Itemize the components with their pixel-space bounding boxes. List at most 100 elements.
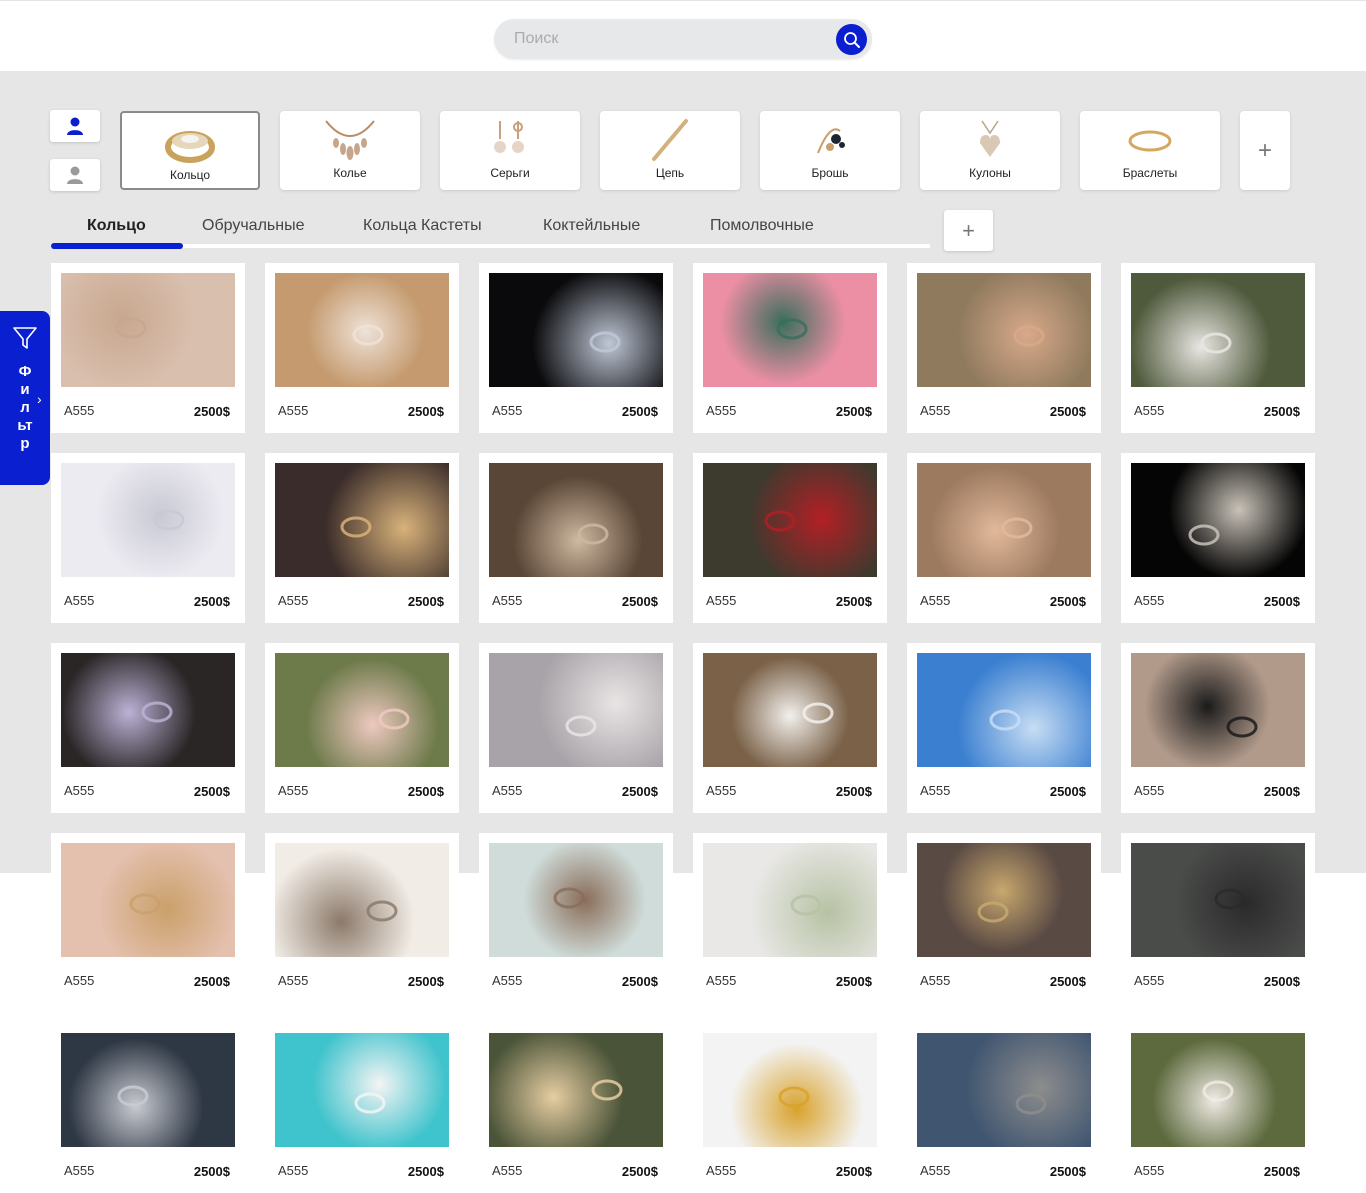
jewelry-graphic — [141, 701, 173, 723]
product-card[interactable]: A555 2500$ — [1121, 643, 1315, 813]
product-price: 2500$ — [1263, 404, 1300, 419]
product-card[interactable]: A555 2500$ — [265, 263, 459, 433]
tab-cocktail[interactable]: Коктейльные — [543, 217, 640, 235]
product-card[interactable]: A555 2500$ — [693, 263, 887, 433]
category-chain[interactable]: Цепь — [600, 111, 740, 190]
product-image[interactable] — [61, 653, 235, 767]
product-card[interactable]: A555 2500$ — [693, 1023, 887, 1193]
product-code: A555 — [1134, 973, 1165, 988]
product-price: 2500$ — [193, 974, 230, 989]
tab-ring[interactable]: Кольцо — [87, 217, 146, 235]
product-image[interactable] — [275, 843, 449, 957]
jewelry-graphic — [354, 1092, 386, 1114]
jewelry-graphic — [115, 317, 147, 339]
product-card[interactable]: A555 2500$ — [1121, 833, 1315, 1003]
product-image[interactable] — [703, 1033, 877, 1147]
product-card[interactable]: A555 2500$ — [51, 453, 245, 623]
product-image[interactable] — [917, 463, 1091, 577]
product-image[interactable] — [61, 1033, 235, 1147]
product-card[interactable]: A555 2500$ — [51, 643, 245, 813]
product-card[interactable]: A555 2500$ — [265, 643, 459, 813]
product-card[interactable]: A555 2500$ — [51, 833, 245, 1003]
product-image[interactable] — [275, 1033, 449, 1147]
product-price: 2500$ — [835, 404, 872, 419]
product-price: 2500$ — [1049, 594, 1086, 609]
user-button-active[interactable] — [50, 110, 100, 142]
product-card[interactable]: A555 2500$ — [479, 1023, 673, 1193]
product-image[interactable] — [703, 463, 877, 577]
product-image[interactable] — [703, 273, 877, 387]
category-brooch[interactable]: Брошь — [760, 111, 900, 190]
product-image[interactable] — [917, 273, 1091, 387]
search-input[interactable] — [514, 28, 814, 50]
product-image[interactable] — [1131, 1033, 1305, 1147]
category-necklace[interactable]: Колье — [280, 111, 420, 190]
product-image[interactable] — [917, 1033, 1091, 1147]
product-card[interactable]: A555 2500$ — [907, 453, 1101, 623]
category-label: Серьги — [490, 166, 530, 180]
chevron-right-icon: › — [37, 391, 42, 407]
product-image[interactable] — [489, 653, 663, 767]
product-image[interactable] — [703, 843, 877, 957]
category-earrings[interactable]: Серьги — [440, 111, 580, 190]
product-card[interactable]: A555 2500$ — [1121, 263, 1315, 433]
product-card[interactable]: A555 2500$ — [907, 263, 1101, 433]
product-card[interactable]: A555 2500$ — [479, 453, 673, 623]
product-card[interactable]: A555 2500$ — [265, 1023, 459, 1193]
product-card[interactable]: A555 2500$ — [693, 453, 887, 623]
filter-panel-toggle[interactable]: Фильтр › — [0, 311, 50, 485]
product-image[interactable] — [275, 653, 449, 767]
product-card[interactable]: A555 2500$ — [51, 1023, 245, 1193]
product-image[interactable] — [61, 273, 235, 387]
product-card[interactable]: A555 2500$ — [479, 833, 673, 1003]
category-ring[interactable]: Кольцо — [120, 111, 260, 190]
add-tab-button[interactable]: + — [944, 210, 993, 251]
product-image[interactable] — [1131, 653, 1305, 767]
product-card[interactable]: A555 2500$ — [479, 643, 673, 813]
product-image[interactable] — [917, 843, 1091, 957]
search-icon — [843, 31, 860, 48]
product-image[interactable] — [489, 1033, 663, 1147]
product-card[interactable]: A555 2500$ — [265, 833, 459, 1003]
jewelry-graphic — [1013, 325, 1045, 347]
product-price: 2500$ — [1049, 784, 1086, 799]
filter-icon — [13, 327, 37, 349]
product-image[interactable] — [489, 463, 663, 577]
product-image[interactable] — [61, 843, 235, 957]
product-image[interactable] — [1131, 273, 1305, 387]
product-card[interactable]: A555 2500$ — [1121, 453, 1315, 623]
product-card[interactable]: A555 2500$ — [1121, 1023, 1315, 1193]
product-card[interactable]: A555 2500$ — [693, 643, 887, 813]
product-image[interactable] — [917, 653, 1091, 767]
category-bracelet[interactable]: Браслеты — [1080, 111, 1220, 190]
product-card[interactable]: A555 2500$ — [51, 263, 245, 433]
jewelry-graphic — [340, 516, 372, 538]
product-card[interactable]: A555 2500$ — [907, 1023, 1101, 1193]
tab-knuckle-rings[interactable]: Кольца Кастеты — [363, 217, 482, 235]
product-price: 2500$ — [835, 974, 872, 989]
product-code: A555 — [64, 783, 95, 798]
search-button[interactable] — [836, 24, 867, 55]
category-pendant[interactable]: Кулоны — [920, 111, 1060, 190]
product-code: A555 — [492, 783, 523, 798]
product-image[interactable] — [1131, 463, 1305, 577]
product-card[interactable]: A555 2500$ — [907, 643, 1101, 813]
product-image[interactable] — [703, 653, 877, 767]
product-code: A555 — [1134, 783, 1165, 798]
tab-engagement[interactable]: Помолвочные — [710, 217, 814, 235]
add-category-button[interactable]: + — [1240, 111, 1290, 190]
product-image[interactable] — [275, 463, 449, 577]
product-card[interactable]: A555 2500$ — [907, 833, 1101, 1003]
user-button-inactive[interactable] — [50, 159, 100, 191]
product-image[interactable] — [1131, 843, 1305, 957]
product-image[interactable] — [489, 843, 663, 957]
product-image[interactable] — [275, 273, 449, 387]
product-image[interactable] — [61, 463, 235, 577]
product-card[interactable]: A555 2500$ — [479, 263, 673, 433]
product-card[interactable]: A555 2500$ — [693, 833, 887, 1003]
jewelry-graphic — [577, 523, 609, 545]
product-price: 2500$ — [407, 404, 444, 419]
product-card[interactable]: A555 2500$ — [265, 453, 459, 623]
product-image[interactable] — [489, 273, 663, 387]
tab-wedding[interactable]: Обручальные — [202, 217, 304, 235]
